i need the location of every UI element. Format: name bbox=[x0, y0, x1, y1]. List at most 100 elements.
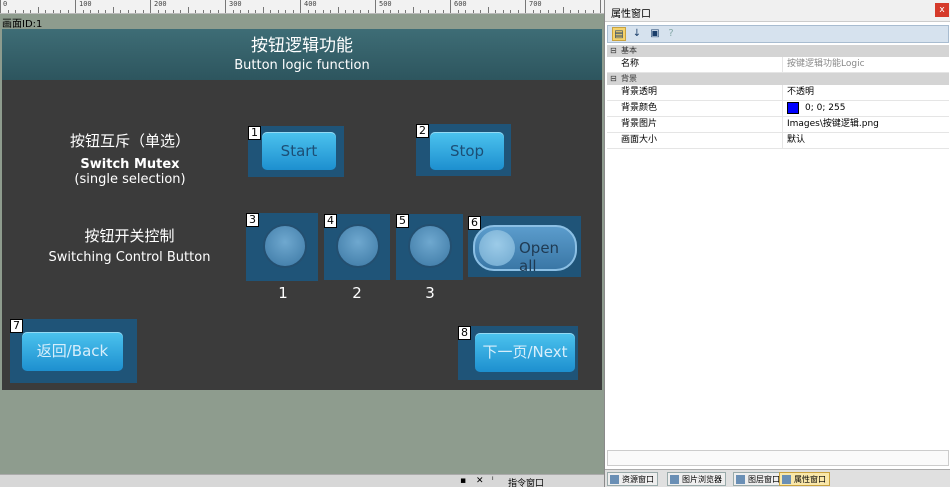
round-toggle-button-1[interactable] bbox=[263, 224, 307, 268]
ruler-tick bbox=[367, 10, 369, 13]
ruler-tick bbox=[180, 10, 181, 13]
tab-layers[interactable]: 图层窗口 bbox=[733, 472, 784, 486]
collapse-icon[interactable]: ⊟ bbox=[610, 75, 617, 83]
ruler-tick bbox=[7, 10, 9, 13]
screen-title: 按钮逻辑功能 bbox=[251, 36, 353, 56]
tab-properties[interactable]: 属性窗口 bbox=[779, 472, 830, 486]
property-panel: 属性窗口 x ▤ ↓ ▣ ? ⊟ 基本 名称 按键逻辑功能Logic ⊟ 背景 … bbox=[604, 0, 950, 487]
close-icon[interactable]: ✕ bbox=[476, 476, 484, 486]
ruler-tick bbox=[60, 10, 61, 13]
property-row[interactable]: 背景透明 不透明 bbox=[607, 85, 949, 101]
ruler-tick bbox=[300, 0, 301, 13]
ruler-tick bbox=[472, 10, 474, 13]
ruler-tick bbox=[442, 10, 444, 13]
screen-id-label: 画面ID:1 bbox=[2, 19, 43, 30]
ruler-label: 600 bbox=[454, 0, 467, 8]
property-row[interactable]: 背景颜色 0; 0; 255 bbox=[607, 101, 949, 117]
close-icon[interactable]: x bbox=[935, 3, 949, 17]
category-background[interactable]: ⊟ 背景 bbox=[607, 73, 949, 85]
toggle-3-cell: 5 bbox=[396, 214, 463, 280]
round-toggle-button-3[interactable] bbox=[408, 224, 452, 268]
ruler-tick bbox=[435, 10, 436, 13]
collapse-icon[interactable]: ⊟ bbox=[610, 47, 617, 55]
button-index: 7 bbox=[10, 319, 23, 333]
ruler-tick bbox=[157, 10, 159, 13]
ruler-tick bbox=[315, 10, 316, 13]
ruler-tick bbox=[352, 10, 354, 13]
tab-label: 属性窗口 bbox=[794, 475, 826, 484]
ruler-tick bbox=[292, 10, 294, 13]
next-button[interactable]: 下一页/Next bbox=[475, 333, 575, 372]
ruler-tick bbox=[187, 7, 189, 13]
ruler-tick bbox=[465, 10, 466, 13]
stop-button-cell: 2 Stop bbox=[416, 124, 511, 176]
layers-icon bbox=[736, 475, 745, 484]
stop-button[interactable]: Stop bbox=[430, 132, 504, 170]
button-index: 8 bbox=[458, 326, 471, 340]
ruler-tick bbox=[360, 10, 361, 13]
help-icon[interactable]: ? bbox=[664, 27, 678, 41]
ruler-tick bbox=[105, 10, 106, 13]
ruler-tick bbox=[570, 10, 571, 13]
panel-tab-bar: 资源窗口 图片浏览器 图层窗口 属性窗口 bbox=[605, 469, 950, 487]
property-row[interactable]: 背景图片 Images\按键逻辑.png bbox=[607, 117, 949, 133]
ruler-label: 500 bbox=[379, 0, 392, 8]
hmi-screen-canvas[interactable]: 按钮逻辑功能 Button logic function 按钮互斥（单选） Sw… bbox=[2, 29, 602, 390]
start-button[interactable]: Start bbox=[262, 132, 336, 170]
tab-label: 图层窗口 bbox=[748, 475, 780, 484]
ruler-tick bbox=[375, 0, 376, 13]
ruler-tick bbox=[592, 10, 594, 13]
ruler-tick bbox=[135, 10, 136, 13]
toggle-2-cell: 4 bbox=[324, 214, 390, 280]
property-value[interactable]: 0; 0; 255 bbox=[787, 101, 845, 116]
ruler-tick bbox=[15, 10, 16, 13]
ruler-tick bbox=[405, 10, 406, 13]
property-value[interactable]: 不透明 bbox=[787, 85, 814, 100]
property-value[interactable]: Images\按键逻辑.png bbox=[787, 117, 879, 132]
round-toggle-button-2[interactable] bbox=[336, 224, 380, 268]
mutex-label-en: Switch Mutex bbox=[80, 157, 180, 172]
ruler-tick bbox=[97, 10, 99, 13]
command-window-label[interactable]: 指令窗口 bbox=[508, 476, 544, 487]
tab-label: 资源窗口 bbox=[622, 475, 654, 484]
categorized-icon[interactable]: ▤ bbox=[612, 27, 626, 41]
property-row[interactable]: 画面大小 默认 bbox=[607, 133, 949, 149]
ruler-label: 300 bbox=[229, 0, 242, 8]
sort-alpha-icon[interactable]: ↓ bbox=[630, 27, 644, 41]
ruler-tick bbox=[232, 10, 234, 13]
category-basic[interactable]: ⊟ 基本 bbox=[607, 45, 949, 57]
property-row[interactable]: 名称 按键逻辑功能Logic bbox=[607, 57, 949, 73]
category-label: 基本 bbox=[621, 46, 637, 55]
screen-subtitle: Button logic function bbox=[234, 58, 370, 73]
ruler-tick bbox=[270, 10, 271, 13]
ruler-tick bbox=[217, 10, 219, 13]
properties-icon bbox=[782, 475, 791, 484]
ruler-label: 100 bbox=[79, 0, 92, 8]
panel-title: 属性窗口 bbox=[611, 9, 651, 20]
switch-label-en: Switching Control Button bbox=[48, 250, 211, 265]
mutex-label: 按钮互斥（单选） Switch Mutex (single selection) bbox=[60, 130, 200, 187]
property-pages-icon[interactable]: ▣ bbox=[648, 27, 662, 41]
switch-label: 按钮开关控制 Switching Control Button bbox=[42, 225, 217, 265]
toggle-3-label: 3 bbox=[425, 284, 435, 302]
open-all-toggle[interactable]: Open all bbox=[473, 225, 577, 275]
ruler-tick bbox=[75, 0, 76, 13]
property-value[interactable]: 默认 bbox=[787, 133, 805, 148]
open-all-cell: 6 Open all bbox=[468, 216, 581, 277]
tab-resource[interactable]: 资源窗口 bbox=[607, 472, 658, 486]
tab-label: 图片浏览器 bbox=[682, 475, 722, 484]
ruler-tick bbox=[562, 7, 564, 13]
ruler-tick bbox=[337, 7, 339, 13]
property-value[interactable]: 按键逻辑功能Logic bbox=[787, 57, 865, 72]
ruler-tick bbox=[382, 10, 384, 13]
tab-image-browser[interactable]: 图片浏览器 bbox=[667, 472, 726, 486]
pin-icon[interactable]: ▪ bbox=[460, 476, 466, 486]
ruler-tick bbox=[22, 10, 24, 13]
ruler-tick bbox=[517, 10, 519, 13]
ruler-tick bbox=[285, 10, 286, 13]
ruler-label: 400 bbox=[304, 0, 317, 8]
button-index: 6 bbox=[468, 216, 481, 230]
category-label: 背景 bbox=[621, 74, 637, 83]
back-button[interactable]: 返回/Back bbox=[22, 332, 123, 371]
resource-icon bbox=[610, 475, 619, 484]
